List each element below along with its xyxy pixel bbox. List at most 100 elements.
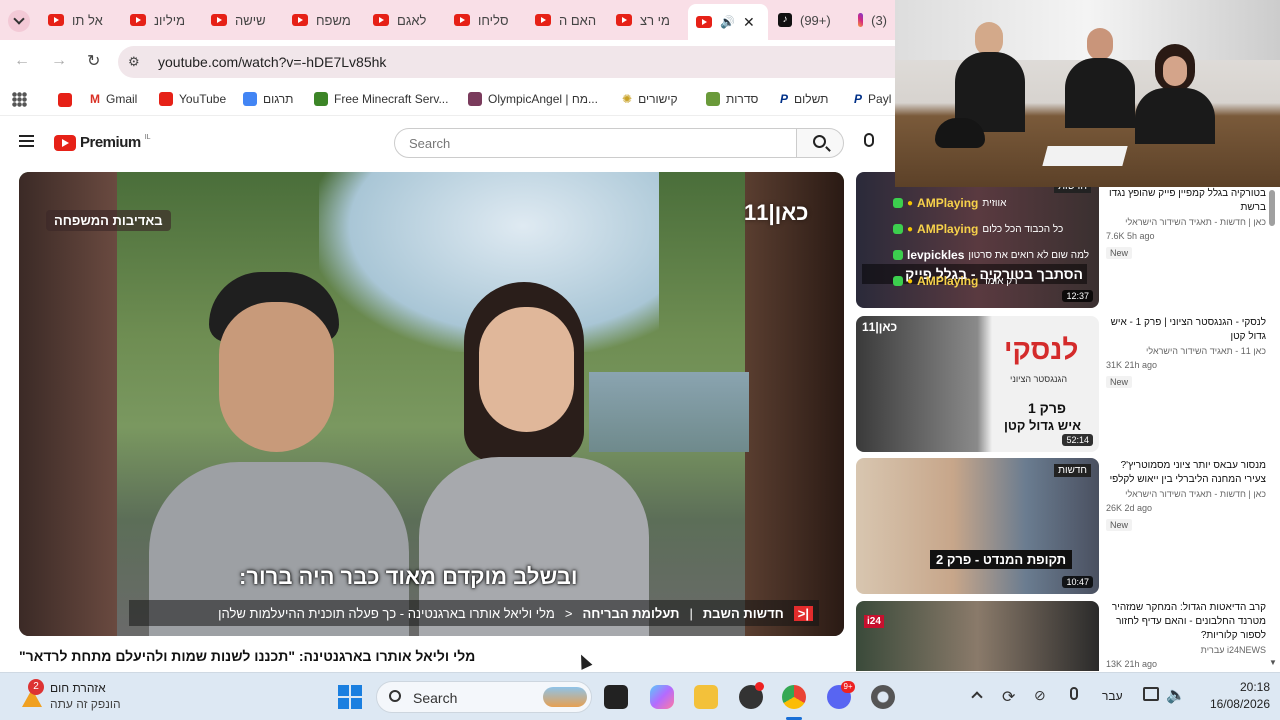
windows-start-icon[interactable] (338, 685, 362, 709)
copilot-icon[interactable] (650, 685, 674, 709)
sidebar-thumbnail-2[interactable]: כאן|11 לנסקי הגנגסטר הציוני פרק 1 איש גד… (856, 316, 1099, 452)
sidebar-scrollbar[interactable]: ▲ ▼ (1268, 180, 1277, 670)
video-subtitle: ובשלב מוקדם מאוד כבר היה ברור: (239, 564, 578, 589)
tray-chevron-icon[interactable] (971, 691, 983, 703)
bookmark-minecraft[interactable]: Free Minecraft Serv... (314, 92, 448, 106)
sidebar-channel[interactable]: כאן | חדשות - תאגיד השידור הישראלי (1106, 487, 1266, 501)
thumb-tag: חדשות (1054, 464, 1091, 477)
tab-active[interactable]: 🔊 ✕ (688, 4, 768, 40)
new-badge: New (1106, 519, 1133, 531)
person-middle (1065, 28, 1135, 128)
ticker-source: חדשות השבת (702, 605, 784, 621)
youtube-logo[interactable]: Premium IL (54, 134, 151, 151)
mouse-cursor-icon (575, 652, 593, 670)
sidebar-video-info-1[interactable]: בטורקיה בגלל קמפיין פייק שהופץ נגדו ברשת… (1106, 187, 1266, 261)
webcam-overlay (895, 0, 1280, 187)
sidebar-thumbnail-4[interactable]: i24 (856, 601, 1099, 671)
sidebar-video-info-3[interactable]: מנסור עבאס יותר ציוני מסמוטריץ'? צעירי ה… (1106, 459, 1266, 533)
bookmark-paypal[interactable]: P Payl (854, 92, 891, 106)
search-button[interactable] (796, 128, 844, 158)
tab-4[interactable]: משפח (284, 6, 362, 34)
weather-widget[interactable]: 2 אזהרת חום הונפק זה עתה (16, 677, 176, 717)
youtube-bookmark-icon[interactable] (58, 93, 72, 107)
sidebar-video-title[interactable]: מנסור עבאס יותר ציוני מסמוטריץ'? צעירי ה… (1106, 459, 1266, 487)
sync-icon[interactable]: ⟳ (1002, 687, 1015, 707)
volume-icon[interactable]: 🔈 (1166, 685, 1186, 705)
tab-1[interactable]: אל תו (40, 6, 118, 34)
bookmark-olympicangel[interactable]: OlympicAngel | מח... (468, 92, 598, 106)
network-icon[interactable] (1143, 687, 1159, 701)
video-player[interactable]: באדיבות המשפחה כאן|11 ובשלב מוקדם מאוד כ… (19, 172, 844, 636)
task-view-icon[interactable] (604, 685, 628, 709)
microphone-icon[interactable] (864, 133, 874, 147)
close-tab-icon[interactable]: ✕ (743, 14, 755, 31)
new-badge: New (1106, 247, 1133, 259)
tab-3[interactable]: שישה (203, 6, 281, 34)
tab-search-button[interactable] (8, 10, 30, 32)
menu-icon[interactable] (19, 135, 34, 147)
cat (935, 118, 985, 148)
chat-text: למה שום לא רואים את סרטון (968, 249, 1090, 261)
tab-label: אל תו (72, 12, 103, 28)
taskbar-search[interactable]: Search (376, 681, 592, 713)
sidebar-video-info-2[interactable]: לנסקי - הגנגסטר הציוני | פרק 1 - איש גדו… (1106, 316, 1266, 390)
kick-icon (893, 276, 903, 286)
news-ticker: |< חדשות השבת | תעלומת הבריחה < מלי וליא… (129, 600, 819, 626)
tab-5[interactable]: לאגם (365, 6, 443, 34)
bookmark-series[interactable]: סדרות (706, 92, 758, 106)
sidebar-video-title[interactable]: לנסקי - הגנגסטר הציוני | פרק 1 - איש גדו… (1106, 316, 1266, 344)
forward-icon[interactable]: → (51, 52, 67, 70)
chat-line: ● AMPlaying רק אומר (893, 274, 1018, 288)
ticker-text: מלי וליאל אותרו בארגנטינה - כך פעלה תוכנ… (218, 605, 555, 621)
clock-time: 20:18 (1239, 680, 1270, 694)
sidebar-video-title[interactable]: קרב הדיאטות הגדול: המחקר שמזהיר מטרנד הח… (1106, 601, 1266, 643)
new-badge: New (1106, 376, 1133, 388)
speaker-icon: 🔊 (720, 15, 735, 29)
tab-6[interactable]: סליחו (446, 6, 524, 34)
sidebar-channel[interactable]: כאן 11 - תאגיד השידור הישראלי (1106, 344, 1266, 358)
windows-taskbar: 2 אזהרת חום הונפק זה עתה Search 9+ ⟳ ⊘ ע… (0, 672, 1280, 720)
tab-strip: אל תו מיליונ שישה משפח לאגם סליחו האם ה … (0, 0, 895, 40)
file-explorer-icon[interactable] (694, 685, 718, 709)
site-info-icon[interactable]: ⚙ (128, 54, 140, 70)
cloud-off-icon[interactable]: ⊘ (1034, 687, 1046, 704)
bookmark-links[interactable]: ✺ קישורים (622, 92, 678, 106)
tab-7[interactable]: האם ה (527, 6, 605, 34)
microphone-tray-icon[interactable] (1070, 687, 1078, 700)
bookmark-translate[interactable]: תרגום (243, 92, 293, 106)
youtube-icon (48, 14, 64, 26)
sidebar-channel[interactable]: i24NEWS עברית (1106, 643, 1266, 657)
thumb-logo: i24 (864, 615, 884, 628)
chat-text: אווזית (982, 197, 1007, 209)
chat-user: levpickles (907, 248, 965, 262)
clock[interactable]: 20:18 16/08/2026 (1196, 680, 1270, 711)
tab-label: מי רצ (640, 12, 670, 28)
youtube-icon (130, 14, 146, 26)
sidebar-video-info-4[interactable]: קרב הדיאטות הגדול: המחקר שמזהיר מטרנד הח… (1106, 601, 1266, 671)
thumb-subtitle: הגנגסטר הציוני (1010, 374, 1068, 384)
youtube-play-icon (54, 134, 76, 151)
settings-gear-icon[interactable] (871, 685, 895, 709)
apps-grid-icon[interactable] (12, 92, 27, 107)
reload-icon[interactable]: ↻ (87, 51, 100, 71)
sidebar-video-title[interactable]: בטורקיה בגלל קמפיין פייק שהופץ נגדו ברשת (1106, 187, 1266, 215)
tab-2[interactable]: מיליונ (122, 6, 200, 34)
address-bar[interactable]: ⚙ youtube.com/watch?v=-hDE7Lv85hk (118, 46, 895, 78)
bookmark-youtube[interactable]: YouTube (159, 92, 226, 106)
bookmark-payment[interactable]: P תשלום (780, 92, 828, 106)
tab-8[interactable]: מי רצ (608, 6, 686, 34)
tab-instagram[interactable]: (3) (850, 6, 895, 34)
bookmark-gmail[interactable]: M Gmail (90, 92, 137, 106)
tab-tiktok[interactable]: ♪ (99+) (770, 6, 840, 34)
kick-icon (893, 198, 903, 208)
person-left (955, 22, 1025, 132)
search-input[interactable]: Search (394, 128, 797, 158)
back-icon[interactable]: ← (14, 52, 30, 70)
scroll-thumb[interactable] (1269, 190, 1275, 226)
scroll-down-icon[interactable]: ▼ (1269, 658, 1277, 667)
sidebar-channel[interactable]: כאן | חדשות - תאגיד השידור הישראלי (1106, 215, 1266, 229)
bookmark-label: תרגום (263, 92, 294, 106)
language-indicator[interactable]: עבר (1102, 689, 1123, 703)
sidebar-thumbnail-3[interactable]: חדשות תקופת המנדט - פרק 2 10:47 (856, 458, 1099, 594)
chrome-icon[interactable] (782, 685, 806, 709)
